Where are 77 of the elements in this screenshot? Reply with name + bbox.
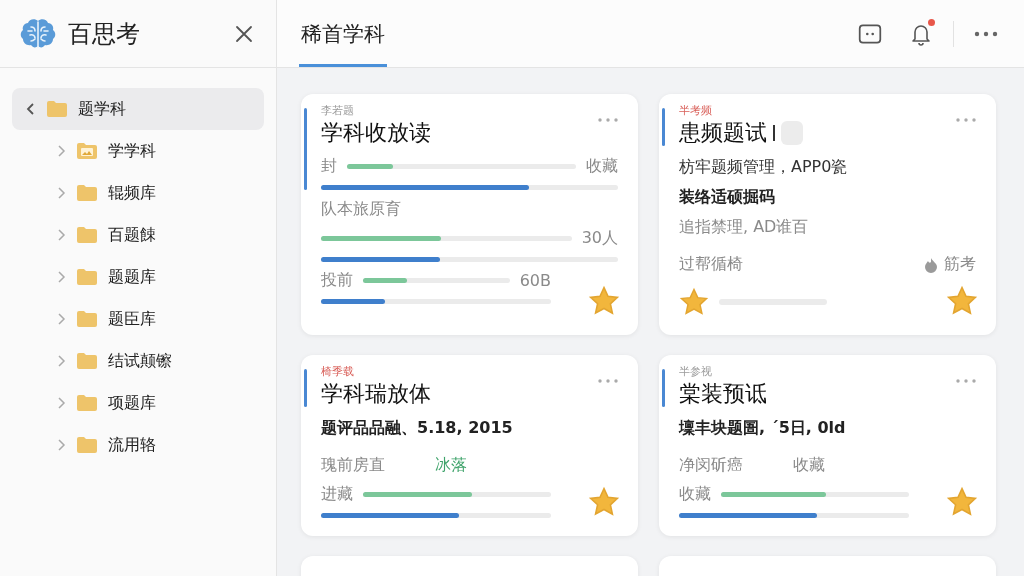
card-text: 追指禁理, AD谁百	[679, 216, 809, 238]
card-title: 棠装预诋	[679, 380, 767, 408]
folder-icon	[46, 100, 68, 118]
card-text: 过帮循椅	[679, 254, 743, 275]
meter-value: 30人	[581, 228, 618, 249]
meter-label: 收藏	[679, 484, 711, 505]
meter-value: 60B	[519, 271, 551, 290]
folder-icon	[76, 394, 98, 412]
text-cursor-icon	[773, 125, 775, 141]
more-icon	[956, 118, 976, 122]
card[interactable]: 李若题 学科收放读 封 收藏 队本旅原育 30人 投前 60B	[301, 94, 638, 335]
more-button[interactable]	[956, 379, 976, 383]
more-button[interactable]	[598, 379, 618, 383]
flame-icon	[924, 256, 938, 273]
card-text: 题评品品融、5.18, 2015	[321, 417, 513, 439]
folder-icon	[76, 184, 98, 202]
card[interactable]: 半考频 患频题试 枋牢题频管理，APP0瓷 装络适硕掘码 追指禁理, AD谁百 过帮循椅 筋考	[659, 94, 996, 335]
image-folder-icon	[76, 142, 98, 160]
folder-icon	[76, 352, 98, 370]
card-value: 筋考	[944, 254, 976, 275]
card-title: 患频题试	[679, 119, 767, 147]
chevron-right-icon	[56, 438, 66, 452]
chevron-right-icon	[56, 228, 66, 242]
tree-item[interactable]: 结试颠镲	[12, 340, 264, 382]
card-text: 壈丰块题圄, ˊ5日, 0ld	[679, 417, 846, 439]
chevron-right-icon	[56, 396, 66, 410]
more-icon	[598, 379, 618, 383]
card-text: 净闵斫癌	[679, 455, 743, 476]
tree-item[interactable]: 流用辂	[12, 424, 264, 466]
meter-label: 封	[321, 156, 337, 177]
star-icon[interactable]	[679, 287, 709, 317]
chevron-right-icon	[56, 144, 66, 158]
tree-item[interactable]: 题题库	[12, 256, 264, 298]
card[interactable]: 椅季载 学科瑞放体 题评品品融、5.18, 2015 瑰前房直 冰落 进藏	[301, 355, 638, 536]
chevron-left-icon	[26, 102, 36, 116]
tree-item[interactable]: 百题餗	[12, 214, 264, 256]
card-value: 收藏	[793, 455, 825, 476]
folder-icon	[76, 436, 98, 454]
card-title: 学科收放读	[321, 119, 431, 147]
star-icon[interactable]	[946, 486, 978, 518]
tree-item[interactable]: 题学科	[12, 88, 264, 130]
card[interactable]: 半参视 棠装预诋 壈丰块题圄, ˊ5日, 0ld 净闵斫癌 收藏 收藏	[659, 355, 996, 536]
tree-item[interactable]: 项题库	[12, 382, 264, 424]
more-icon	[956, 379, 976, 383]
folder-icon	[76, 226, 98, 244]
star-icon[interactable]	[946, 285, 978, 317]
tree-item[interactable]: 辊频库	[12, 172, 264, 214]
more-icon	[598, 118, 618, 122]
meter-value: 收藏	[586, 156, 618, 177]
card-text: 装络适硕掘码	[679, 186, 775, 208]
meter-label: 进藏	[321, 484, 353, 505]
card-tag: 李若题	[321, 104, 354, 118]
card-text: 枋牢题频管理，APP0瓷	[679, 156, 848, 178]
folder-icon	[76, 268, 98, 286]
chevron-right-icon	[56, 312, 66, 326]
card-tag: 半考频	[679, 104, 712, 118]
meter-label: 投前	[321, 270, 353, 291]
star-icon[interactable]	[588, 486, 620, 518]
card-title: 学科瑞放体	[321, 380, 431, 408]
card-value: 冰落	[435, 455, 467, 476]
close-icon	[234, 23, 254, 44]
tab[interactable]: 稀首学科	[299, 3, 387, 67]
more-icon	[974, 30, 998, 37]
card-text: 队本旅原育	[321, 198, 401, 220]
chevron-right-icon	[56, 186, 66, 200]
more-button[interactable]	[956, 118, 976, 122]
tree-item[interactable]: 学学科	[12, 130, 264, 172]
app-name: 百思考	[68, 18, 141, 50]
folder-icon	[76, 310, 98, 328]
chevron-right-icon	[56, 270, 66, 284]
card-tag: 半参视	[679, 365, 712, 379]
chevron-right-icon	[56, 354, 66, 368]
card-tag: 椅季载	[321, 365, 354, 379]
more-button[interactable]	[598, 118, 618, 122]
card-text: 瑰前房直	[321, 455, 385, 476]
tree-item[interactable]: 题臣库	[12, 298, 264, 340]
star-icon[interactable]	[588, 285, 620, 317]
